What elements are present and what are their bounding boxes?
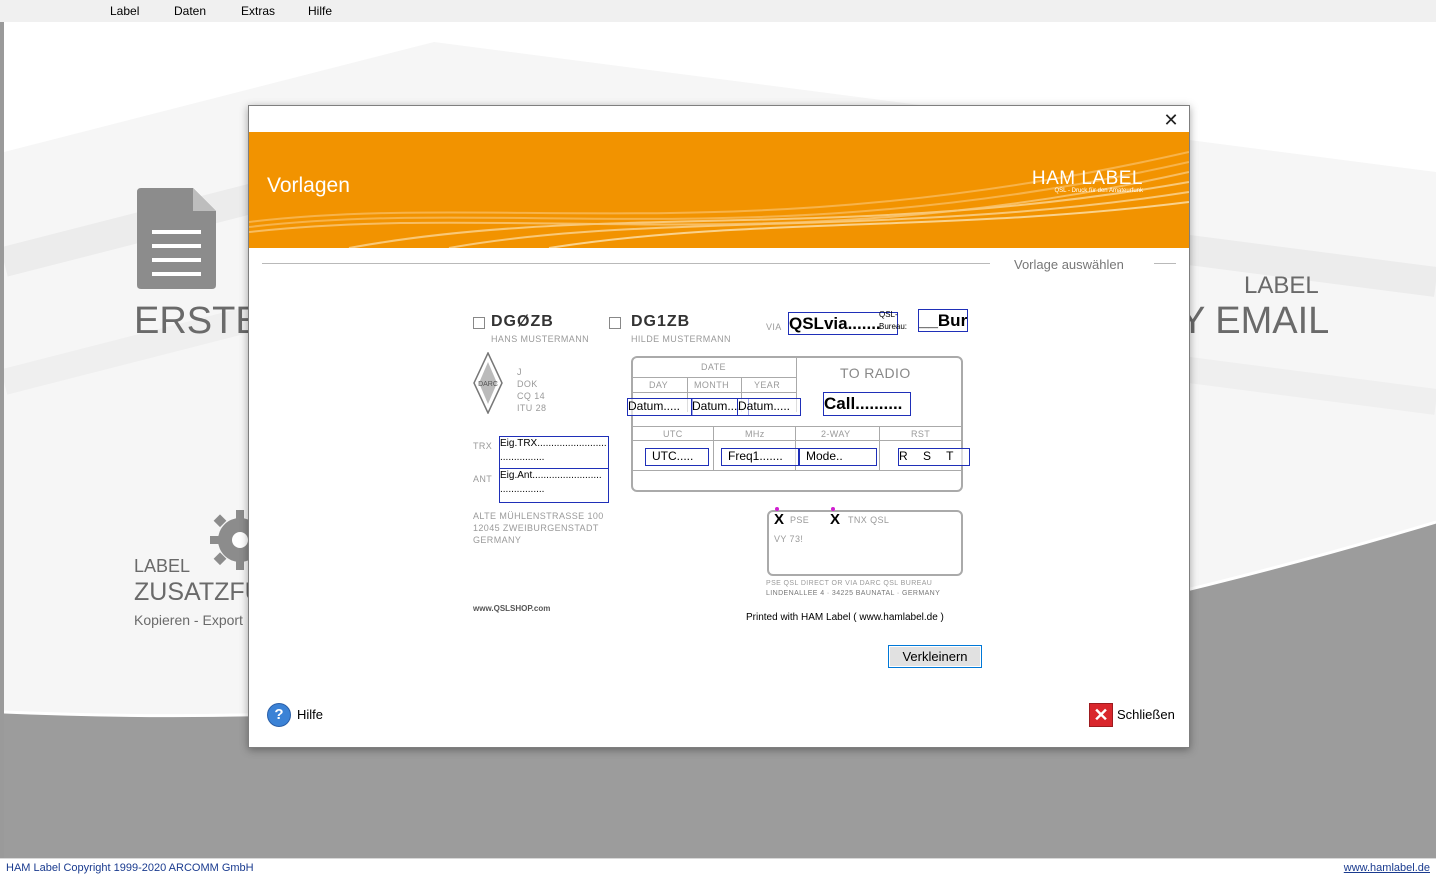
bg-label-right: LABEL <box>1244 272 1319 299</box>
table-divider <box>633 377 796 378</box>
eig-ant-line2: ................ <box>500 484 545 495</box>
schliessen-button[interactable]: ✕ Schließen <box>1089 703 1184 729</box>
address-line: ALTE MÜHLENSTRASSE 100 <box>473 511 604 521</box>
section-divider <box>262 263 990 264</box>
tnx-mark[interactable]: X <box>830 511 840 528</box>
website-link[interactable]: www.hamlabel.de <box>1326 862 1430 874</box>
info-line: ITU 28 <box>517 403 547 413</box>
eig-trx-line2: ................ <box>500 452 545 463</box>
menu-hilfe[interactable]: Hilfe <box>308 4 332 18</box>
pse-address: LINDENALLEE 4 · 34225 BAUNATAL · GERMANY <box>766 590 941 597</box>
ham-label-logo: HAM LABEL QSL - Druck für den Amateurfun… <box>1032 168 1143 194</box>
dialog-title: Vorlagen <box>267 174 350 197</box>
info-line: J <box>517 367 522 377</box>
darc-logo-icon: DARC <box>473 351 503 415</box>
bg-email-label[interactable]: Y EMAIL <box>1180 300 1329 343</box>
menu-daten[interactable]: Daten <box>174 4 206 18</box>
via-label: VIA <box>766 322 782 332</box>
vy73-label: VY 73! <box>774 534 804 544</box>
pse-mark[interactable]: X <box>774 511 784 528</box>
dialog-banner: Vorlagen HAM LABEL QSL - Druck für den A… <box>249 132 1189 248</box>
checkbox-call1 <box>473 317 485 329</box>
brand-name: HAM LABEL <box>1031 168 1143 189</box>
dialog-close-icon[interactable]: ✕ <box>1161 110 1181 130</box>
year-header: YEAR <box>754 380 781 390</box>
mhz-header: MHz <box>745 429 765 439</box>
qsl-card-preview[interactable]: DGØZB HANS MUSTERMANN DG1ZB HILDE MUSTER… <box>465 302 975 624</box>
address-line: GERMANY <box>473 535 522 545</box>
vorlagen-dialog: ✕ Vorlagen HAM LABEL QSL - Druck für den… <box>248 105 1190 748</box>
utc-field[interactable]: UTC..... <box>645 448 709 466</box>
verkleinern-button[interactable]: Verkleinern <box>888 645 982 668</box>
document-icon[interactable] <box>137 188 216 289</box>
bg-erste-label[interactable]: ERSTE <box>134 300 261 343</box>
tnx-marker-dot <box>831 507 835 511</box>
qslshop-logo: www.QSLSHOP.com <box>473 604 551 613</box>
call-field[interactable]: Call.......... <box>823 392 911 416</box>
bureau-field[interactable]: __Bur <box>918 309 968 332</box>
status-bar: HAM Label Copyright 1999-2020 ARCOMM Gmb… <box>0 858 1436 879</box>
utc-header: UTC <box>663 429 683 439</box>
eig-trx-line1: Eig.TRX......................... <box>500 438 607 449</box>
table-divider <box>633 470 961 471</box>
twoway-header: 2-WAY <box>821 429 851 439</box>
table-divider <box>633 392 796 393</box>
rst-field[interactable]: R S T r <box>898 448 970 466</box>
qsl-bureau-line2: Bureau: <box>879 322 908 331</box>
day-header: DAY <box>649 380 669 390</box>
help-icon: ? <box>267 703 291 727</box>
table-divider <box>879 426 880 470</box>
schliessen-label: Schließen <box>1117 707 1175 722</box>
bg-label-left: LABEL <box>134 556 191 576</box>
rst-header: RST <box>911 429 931 439</box>
callsign-2: DG1ZB <box>631 313 691 330</box>
table-divider <box>633 440 961 441</box>
info-line: DOK <box>517 379 538 389</box>
trx-label: TRX <box>473 441 493 451</box>
copyright-text: HAM Label Copyright 1999-2020 ARCOMM Gmb… <box>6 862 254 874</box>
date-header: DATE <box>701 362 726 372</box>
pse-label: PSE <box>790 515 810 525</box>
tnx-label: TNX QSL <box>848 515 890 525</box>
name-2: HILDE MUSTERMANN <box>631 334 731 344</box>
bg-kopieren-label: Kopieren - Export <box>134 612 243 628</box>
datum-year-field[interactable]: Datum..... <box>737 398 801 416</box>
pse-marker-dot <box>775 507 779 511</box>
menu-extras[interactable]: Extras <box>241 4 275 18</box>
eig-ant-field[interactable]: Eig.Ant......................... .......… <box>499 468 609 503</box>
printed-with-text: Printed with HAM Label ( www.hamlabel.de… <box>746 612 944 623</box>
station-info: J DOK CQ 14 ITU 28 <box>517 366 546 414</box>
close-red-icon: ✕ <box>1089 703 1113 727</box>
eig-ant-line1: Eig.Ant......................... <box>500 470 602 481</box>
mode-field[interactable]: Mode.. <box>799 448 877 466</box>
info-line: CQ 14 <box>517 391 546 401</box>
pse-line: PSE QSL DIRECT OR VIA DARC QSL BUREAU <box>766 580 933 587</box>
table-divider <box>713 426 714 470</box>
address-block: ALTE MÜHLENSTRASSE 100 12045 ZWEIBURGENS… <box>473 510 604 546</box>
eig-trx-field[interactable]: Eig.TRX......................... .......… <box>499 436 609 469</box>
table-divider <box>633 426 961 427</box>
section-divider-right <box>1154 263 1176 264</box>
to-radio-header: TO RADIO <box>840 365 911 381</box>
datum-day-field[interactable]: Datum..... <box>627 398 693 416</box>
month-header: MONTH <box>694 380 729 390</box>
callsign-1: DGØZB <box>491 313 554 330</box>
qsl-bureau-line1: QSL- <box>879 310 898 319</box>
address-line: 12045 ZWEIBURGENSTADT <box>473 523 599 533</box>
section-label: Vorlage auswählen <box>1014 257 1124 272</box>
svg-text:DARC: DARC <box>478 381 498 388</box>
menu-bar: Label Daten Extras Hilfe <box>0 0 1436 23</box>
bg-zusatz-label[interactable]: ZUSATZFU <box>134 578 263 607</box>
name-1: HANS MUSTERMANN <box>491 334 590 344</box>
freq-field[interactable]: Freq1....... <box>721 448 799 466</box>
checkbox-call2 <box>609 317 621 329</box>
menu-label[interactable]: Label <box>110 4 139 18</box>
hilfe-label: Hilfe <box>297 707 324 722</box>
ant-label: ANT <box>473 474 493 484</box>
